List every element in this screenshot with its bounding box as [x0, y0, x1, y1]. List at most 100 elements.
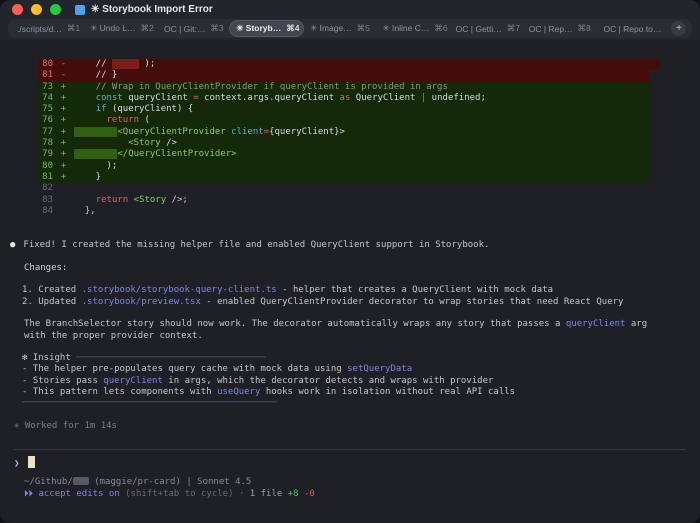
- code-segment: client: [226, 127, 264, 137]
- code-segment: undefined;: [426, 93, 486, 103]
- diff-line-sign: +: [53, 138, 74, 149]
- diff-line-number: 80: [38, 59, 53, 70]
- files-changed-count: 1 file: [250, 489, 283, 499]
- worked-text: Worked for 1m 14s: [25, 421, 117, 431]
- diff-line-sign: +: [53, 115, 74, 126]
- prompt-input[interactable]: ❯: [14, 456, 700, 470]
- diff-line-code: // }: [74, 70, 650, 81]
- tab-inner: ✳ Image…⌘5: [304, 21, 376, 36]
- tab-8[interactable]: OC | Rep…⌘8: [523, 19, 596, 38]
- tab-shortcut: ⌘6: [434, 23, 447, 34]
- code-segment: </QueryClientProvider>: [117, 149, 236, 159]
- workdir-path-suffix: (maggie/pr-card) | Sonnet 4.5: [89, 477, 252, 487]
- diff-line-number: 75: [38, 104, 53, 115]
- diff-line-code: [74, 183, 650, 194]
- diff-line: 75+ if (queryClient) {: [38, 104, 650, 115]
- diff-line: 83 return <Story />;: [38, 195, 650, 206]
- code-segment: if: [96, 104, 107, 114]
- diff-line-sign: +: [53, 82, 74, 93]
- diff-line-sign: [53, 195, 74, 206]
- insight-bullet: - Stories pass queryClient in args, whic…: [22, 376, 688, 387]
- assistant-message: ● Fixed! I created the missing helper fi…: [10, 240, 688, 432]
- change-item: 1. Created .storybook/storybook-query-cl…: [22, 285, 688, 296]
- tab-5[interactable]: ✳ Image…⌘5: [303, 19, 376, 38]
- inline-code-ref: .storybook/storybook-query-client.ts: [82, 285, 277, 295]
- diff-line-code: </QueryClientProvider>: [74, 149, 650, 160]
- diff-line: 77+ <QueryClientProvider client={queryCl…: [38, 127, 650, 138]
- text-segment: in args, which the decorator detects and…: [163, 376, 494, 386]
- diff-line-number: 81: [38, 172, 53, 183]
- diff-line: 81+ }: [38, 172, 650, 183]
- prompt-divider: [14, 449, 686, 450]
- diff-line: 82: [38, 183, 650, 194]
- code-segment: />: [161, 138, 177, 148]
- diff-line-number: 77: [38, 127, 53, 138]
- tab-4[interactable]: ✳ Storyb… ⌘4: [230, 19, 303, 38]
- diff-line-code: return (: [74, 115, 650, 126]
- separator-dot: ·: [239, 489, 244, 499]
- diff-line-code: const queryClient = context.args.queryCl…: [74, 93, 650, 104]
- inline-code-ref: queryClient: [103, 376, 163, 386]
- code-segment: <QueryClientProvider: [117, 127, 225, 137]
- workdir-line: ~/Github/ (maggie/pr-card) | Sonnet 4.5: [24, 476, 700, 488]
- text-segment: - enabled QueryClientProvider decorator …: [201, 297, 624, 307]
- insight-header-rule: ───────────────────────────────────: [76, 353, 266, 363]
- zoom-window-button[interactable]: [50, 4, 61, 15]
- diff-line: 74+ const queryClient = context.args.que…: [38, 93, 650, 104]
- diff-line-number: 82: [38, 183, 53, 194]
- tab-9[interactable]: OC | Repo to…: [596, 19, 669, 38]
- code-segment: queryClient: [123, 93, 193, 103]
- tab-2[interactable]: ✳ Undo L…⌘2: [84, 19, 157, 38]
- tab-1[interactable]: ./scripts/d…⌘1: [11, 19, 84, 38]
- code-segment: [74, 127, 117, 137]
- title-bar: ✳ Storybook Import Error: [0, 0, 700, 19]
- insight-bullet: - This pattern lets components with useQ…: [22, 387, 688, 398]
- diff-line: 73+ // Wrap in QueryClientProvider if qu…: [38, 82, 650, 93]
- code-segment: [74, 115, 107, 125]
- code-segment: );: [74, 161, 117, 171]
- minimize-window-button[interactable]: [31, 4, 42, 15]
- tab-3[interactable]: OC | Git:…⌘3: [157, 19, 230, 38]
- diff-line-sign: [53, 183, 74, 194]
- diff-line: 79+ </QueryClientProvider>: [38, 149, 650, 160]
- code-segment: >: [340, 127, 345, 137]
- diff-line-number: 80: [38, 161, 53, 172]
- close-window-button[interactable]: [12, 4, 23, 15]
- diff-line-code: if (queryClient) {: [74, 104, 650, 115]
- summary-paragraph: The BranchSelector story should now work…: [24, 319, 674, 342]
- tab-bar-container: ./scripts/d…⌘1✳ Undo L…⌘2OC | Git:…⌘3✳ S…: [0, 19, 700, 40]
- code-segment: [112, 59, 139, 69]
- new-tab-button[interactable]: +: [669, 21, 689, 36]
- status-bar: ~/Github/ (maggie/pr-card) | Sonnet 4.5 …: [24, 476, 700, 500]
- diff-line-code: // Wrap in QueryClientProvider if queryC…: [74, 82, 650, 93]
- diff-line-sign: +: [53, 127, 74, 138]
- tab-6[interactable]: ✳ Inline C…⌘6: [377, 19, 450, 38]
- inline-code-ref: setQueryData: [347, 364, 412, 374]
- code-segment: [74, 149, 117, 159]
- window-proxy-icon: [75, 5, 85, 15]
- mode-arrows-icon: ⏵⏵: [24, 489, 33, 499]
- code-segment: [74, 195, 96, 205]
- tab-label: ✳ Image…: [310, 23, 352, 34]
- code-segment: (queryClient) {: [107, 104, 194, 114]
- diff-line: 78+ <Story />: [38, 138, 650, 149]
- diff-line-sign: [53, 206, 74, 217]
- code-segment: );: [139, 59, 155, 69]
- diff-line: 81- // }: [38, 70, 650, 81]
- code-segment: as: [340, 93, 351, 103]
- tab-label: OC | Getti…: [456, 24, 502, 34]
- diff-block: 80- // );81- // }73+ // Wrap in QueryCli…: [0, 59, 700, 217]
- insight-header: ✻ Insight ──────────────────────────────…: [22, 353, 688, 364]
- tab-label: OC | Rep…: [529, 24, 573, 34]
- diff-line-sign: -: [53, 59, 74, 70]
- tab-shortcut: ⌘4: [286, 23, 299, 34]
- tab-7[interactable]: OC | Getti…⌘7: [450, 19, 523, 38]
- diff-line-code: },: [74, 206, 650, 217]
- tab-label: ✳ Storyb…: [236, 23, 281, 34]
- window-title: ✳ Storybook Import Error: [91, 4, 213, 15]
- text-segment: 2. Updated: [22, 297, 82, 307]
- mode-hint: (shift+tab to cycle): [125, 489, 233, 499]
- inline-code-ref: useQuery: [217, 387, 260, 397]
- tab-label: OC | Git:…: [164, 24, 205, 34]
- code-segment: />;: [166, 195, 188, 205]
